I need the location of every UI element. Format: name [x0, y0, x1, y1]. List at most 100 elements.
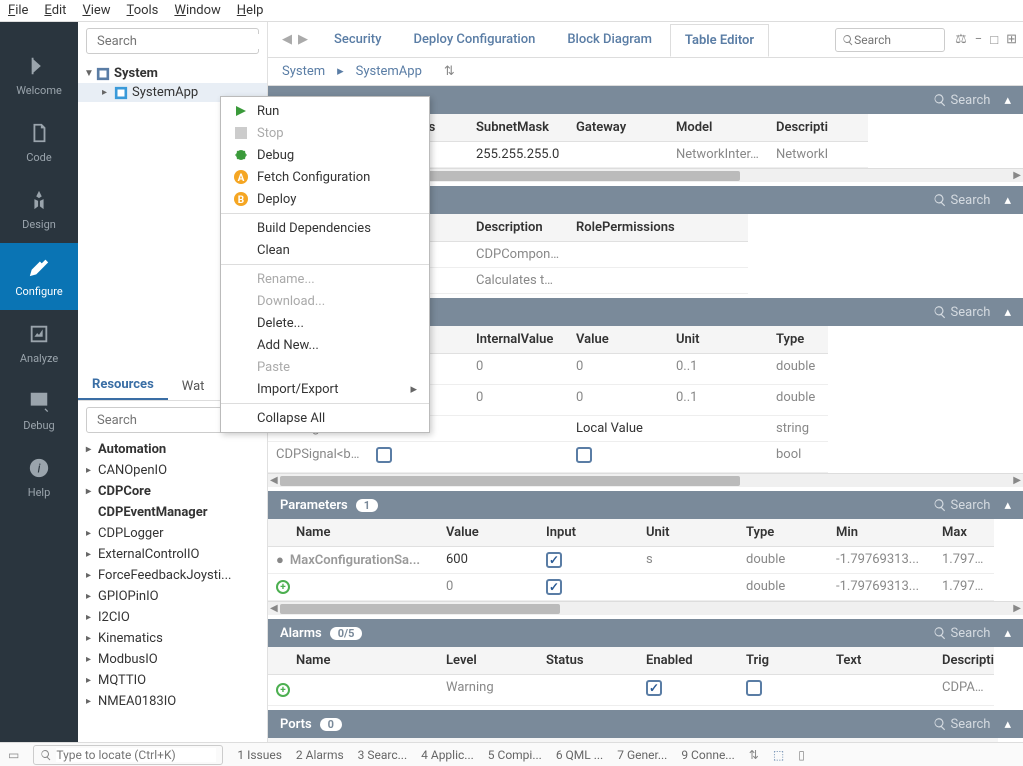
section-header[interactable]: Alarms 0/5 Search ▴: [268, 619, 1023, 647]
list-item[interactable]: ▸ForceFeedbackJoysti...: [78, 565, 267, 586]
cell[interactable]: ●MaxConfigurationSa...: [268, 547, 438, 574]
col-header[interactable]: Level: [438, 647, 538, 675]
cell[interactable]: [568, 268, 748, 294]
minus-icon[interactable]: −: [975, 32, 982, 48]
list-item[interactable]: ▸GPIOPinIO: [78, 586, 267, 607]
updown-icon[interactable]: ⇅: [444, 64, 455, 79]
list-item[interactable]: ▸MQTTIO: [78, 670, 267, 691]
cell[interactable]: NetworkI: [768, 142, 868, 168]
panel-icon[interactable]: ▯: [798, 748, 805, 762]
list-item[interactable]: CDPEventManager: [78, 502, 267, 523]
col-header[interactable]: Descripti: [934, 647, 994, 675]
cell[interactable]: [668, 442, 768, 473]
section-header[interactable]: Ports 0 Search ▴: [268, 710, 1023, 738]
breadcrumb[interactable]: System ▸ SystemApp ⇅: [268, 58, 1023, 86]
list-item[interactable]: ▸I2CIO: [78, 607, 267, 628]
nav-analyze[interactable]: Analyze: [0, 310, 78, 377]
cell[interactable]: 600: [438, 547, 538, 574]
menubar[interactable]: File Edit View Tools Window Help: [0, 0, 1023, 22]
list-item[interactable]: ▸NMEA0183IO: [78, 691, 267, 712]
col-header[interactable]: SubnetMask: [468, 114, 568, 142]
resource-list[interactable]: ▸Automation ▸CANOpenIO ▸CDPCore CDPEvent…: [78, 439, 267, 742]
col-header[interactable]: Trig: [738, 647, 828, 675]
cell[interactable]: Warning: [438, 675, 538, 706]
updown-icon[interactable]: ⇅: [749, 748, 759, 762]
cell[interactable]: +: [268, 675, 438, 706]
context-menu[interactable]: Run Stop Debug AFetch Configuration BDep…: [220, 96, 430, 433]
col-header[interactable]: InternalValue: [468, 326, 568, 354]
locator-input[interactable]: [56, 748, 216, 762]
tree-search[interactable]: [86, 28, 259, 54]
tab-resources[interactable]: Resources: [78, 371, 168, 400]
checkbox[interactable]: [746, 680, 762, 696]
cell[interactable]: CDPSignal<b...: [268, 442, 368, 473]
cell[interactable]: Local Value: [568, 416, 668, 442]
tab-deploy[interactable]: Deploy Configuration: [399, 24, 549, 55]
col-header[interactable]: Name: [268, 647, 438, 675]
col-header[interactable]: RolePermissions: [568, 214, 748, 242]
collapse-icon[interactable]: ▴: [1004, 626, 1011, 641]
cell[interactable]: [668, 416, 768, 442]
col-header[interactable]: Description: [468, 214, 568, 242]
menu-clean[interactable]: Clean: [221, 239, 429, 261]
cell[interactable]: [738, 675, 828, 706]
list-item[interactable]: ▸Kinematics: [78, 628, 267, 649]
crumb-system[interactable]: System: [282, 64, 325, 79]
nav-arrows[interactable]: ◀▶: [282, 32, 308, 47]
cell[interactable]: 0: [468, 385, 568, 416]
tree-root[interactable]: ▼ System: [78, 64, 267, 83]
cell[interactable]: NetworkInter...: [668, 142, 768, 168]
cell[interactable]: bool: [768, 442, 828, 473]
col-header[interactable]: Unit: [638, 519, 738, 547]
col-header[interactable]: Type: [738, 519, 828, 547]
section-header[interactable]: Parameters 1 Search ▴: [268, 491, 1023, 519]
cell[interactable]: [368, 442, 468, 473]
checkbox[interactable]: [376, 447, 392, 463]
col-header[interactable]: Model: [668, 114, 768, 142]
nav-help[interactable]: iHelp: [0, 444, 78, 511]
cell[interactable]: double: [738, 547, 828, 574]
collapse-icon[interactable]: ▴: [1004, 93, 1011, 108]
tab-watch[interactable]: Wat: [168, 373, 219, 400]
section-search[interactable]: Search: [933, 498, 991, 513]
cell[interactable]: [538, 547, 638, 574]
nav-design[interactable]: Design: [0, 176, 78, 243]
add-icon[interactable]: +: [276, 580, 290, 594]
menu-addnew[interactable]: Add New...: [221, 334, 429, 356]
status-search[interactable]: 3 Searc...: [358, 748, 407, 762]
col-header[interactable]: Status: [538, 647, 638, 675]
cell[interactable]: [538, 574, 638, 601]
col-header[interactable]: Connected: [638, 738, 738, 742]
menu-delete[interactable]: Delete...: [221, 312, 429, 334]
col-header[interactable]: Max: [934, 519, 994, 547]
list-item[interactable]: ▸Automation: [78, 439, 267, 460]
cell[interactable]: [568, 242, 748, 268]
sidebar-toggle-icon[interactable]: ▭: [8, 748, 19, 762]
col-header[interactable]: Enabled: [638, 647, 738, 675]
cell[interactable]: CDPCompon...: [468, 242, 568, 268]
menu-collapse[interactable]: Collapse All: [221, 407, 429, 429]
checkbox[interactable]: [576, 447, 592, 463]
menu-help[interactable]: Help: [237, 3, 264, 18]
nav-welcome[interactable]: Welcome: [0, 42, 78, 109]
editor-search[interactable]: [835, 28, 945, 52]
cell[interactable]: 0..1: [668, 385, 768, 416]
add-icon[interactable]: +: [276, 683, 290, 697]
list-item[interactable]: ▸ModbusIO: [78, 649, 267, 670]
section-search[interactable]: Search: [933, 193, 991, 208]
cell[interactable]: string: [768, 416, 828, 442]
toolbar-icons[interactable]: ⚖ − □ ⊞: [955, 32, 1017, 48]
filter-icon[interactable]: ⚖: [955, 32, 967, 48]
list-item[interactable]: ▸CDPLogger: [78, 523, 267, 544]
cell[interactable]: [638, 675, 738, 706]
cell[interactable]: +: [268, 574, 438, 601]
editor-search-input[interactable]: [854, 33, 924, 47]
tab-security[interactable]: Security: [320, 24, 395, 55]
tree-search-input[interactable]: [97, 34, 263, 49]
cell[interactable]: s: [638, 547, 738, 574]
status-alarms[interactable]: 2 Alarms: [296, 748, 344, 762]
menu-edit[interactable]: Edit: [44, 3, 66, 18]
status-compi[interactable]: 5 Compi...: [488, 748, 542, 762]
expand-icon[interactable]: ⊞: [1006, 32, 1017, 48]
col-header[interactable]: Input: [538, 519, 638, 547]
